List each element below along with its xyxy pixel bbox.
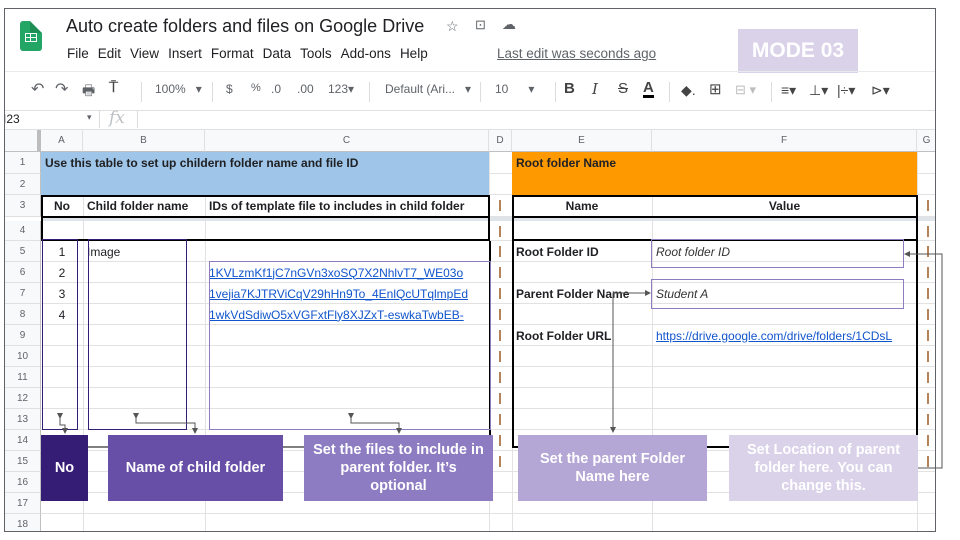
italic-button[interactable]: I [592,80,598,98]
more-formats-button[interactable]: 123▾ [328,82,354,96]
column-header-a[interactable]: A [41,130,83,152]
zoom-select[interactable]: 100% ▾ [155,82,202,96]
mode-badge: MODE 03 [738,29,858,73]
column-header-d[interactable]: D [489,130,512,152]
row-header-13[interactable]: 13 [5,409,41,430]
row-header-17[interactable]: 17 [5,493,41,514]
percent-format-button[interactable]: % [251,82,261,94]
text-color-button[interactable]: A [643,80,654,98]
callout-template-files: Set the files to include in parent folde… [304,435,493,501]
borders-icon[interactable]: ⊞ [709,80,722,98]
row-header-18[interactable]: 18 [5,514,41,531]
callout-parent-folder-name: Set the parent Folder Name here [518,435,707,501]
vertical-align-icon[interactable]: ⊥▾ [809,82,828,99]
move-to-folder-icon[interactable]: ⊡ [475,17,486,33]
row-header-16[interactable]: 16 [5,472,41,493]
select-all-corner[interactable] [5,130,41,152]
menu-data[interactable]: Data [263,46,292,61]
callout-no: No [41,435,88,501]
row-header-3[interactable]: 3 [5,195,41,217]
last-edit-link[interactable]: Last edit was seconds ago [497,46,656,61]
name-box-caret-icon[interactable]: ▾ [87,112,92,123]
formula-input[interactable] [145,111,925,128]
row-header-5[interactable]: 5 [5,241,41,262]
row-header-11[interactable]: 11 [5,367,41,388]
print-icon[interactable]: 🖶 [82,80,95,104]
menu-addons[interactable]: Add-ons [341,46,391,61]
google-sheets-logo-icon[interactable] [20,21,42,51]
function-icon: fx [109,108,125,128]
highlight-child-name-column [88,239,187,430]
document-title[interactable]: Auto create folders and files on Google … [66,16,424,37]
menu-view[interactable]: View [130,46,159,61]
highlight-no-column [42,239,78,430]
header-no[interactable]: No [45,195,79,217]
undo-icon[interactable]: ↶ [31,79,44,99]
cloud-saved-icon: ☁ [502,16,516,32]
menu-file[interactable]: File [67,46,89,61]
currency-format-button[interactable]: $ [226,82,233,96]
row-header-2[interactable]: 2 [5,174,41,195]
menu-edit[interactable]: Edit [98,46,121,61]
fill-color-icon[interactable]: ◆. [681,82,696,99]
row-header-10[interactable]: 10 [5,346,41,367]
callout-folder-location: Set Location of parent folder here. You … [729,435,918,501]
menu-tools[interactable]: Tools [300,46,332,61]
merge-cells-icon[interactable]: ⊟ ▾ [735,82,756,98]
font-family-select[interactable]: Default (Ari... ▾ [385,82,471,96]
column-header-c[interactable]: C [205,130,489,152]
column-header-e[interactable]: E [512,130,652,152]
star-icon[interactable]: ☆ [446,18,459,35]
strikethrough-button[interactable]: S [618,80,628,97]
right-table-title[interactable]: Root folder Name [516,152,816,174]
menu-bar: File Edit View Insert Format Data Tools … [67,46,437,61]
header-child-folder-name[interactable]: Child folder name [87,195,201,217]
paint-format-icon[interactable]: ⍑ [109,79,118,96]
cell-setting-name[interactable]: Parent Folder Name [516,283,666,304]
callout-child-folder-name: Name of child folder [108,435,283,501]
header-template-ids[interactable]: IDs of template file to includes in chil… [209,195,485,217]
root-folder-url-link[interactable]: https://drive.google.com/drive/folders/1… [656,325,913,346]
cell-setting-name[interactable]: Root Folder URL [516,325,666,346]
cell-setting-name[interactable]: Root Folder ID [516,241,666,262]
column-header-g[interactable]: G [917,130,935,152]
cell-template-file-id[interactable] [209,241,485,262]
row-header-12[interactable]: 12 [5,388,41,409]
menu-help[interactable]: Help [400,46,428,61]
header-name[interactable]: Name [516,195,648,217]
header-value[interactable]: Value [656,195,913,217]
menu-insert[interactable]: Insert [168,46,202,61]
redo-icon[interactable]: ↷ [55,79,68,99]
menu-format[interactable]: Format [211,46,254,61]
row-header-4[interactable]: 4 [5,221,41,241]
row-header-7[interactable]: 7 [5,283,41,304]
highlight-file-ids [209,261,491,430]
font-size-select[interactable]: 10 ▾ [495,82,534,96]
row-header-6[interactable]: 6 [5,262,41,283]
decrease-decimal-button[interactable]: .0 [271,82,281,96]
horizontal-align-icon[interactable]: ≡▾ [781,82,796,99]
row-header-15[interactable]: 15 [5,451,41,472]
row-header-14[interactable]: 14 [5,430,41,451]
highlight-parent-folder-name [651,279,904,309]
name-box[interactable]: I23 [5,112,20,126]
row-header-9[interactable]: 9 [5,325,41,346]
text-rotation-icon[interactable]: ⊳▾ [871,82,890,99]
toolbar: ↶ ↷ 🖶 ⍑ 100% ▾ $ % .0 .00 123▾ Default (… [5,71,935,111]
column-header-f[interactable]: F [652,130,917,152]
text-wrapping-icon[interactable]: |÷▾ [837,82,855,99]
column-header-b[interactable]: B [83,130,205,152]
row-header-8[interactable]: 8 [5,304,41,325]
highlight-root-folder-id [651,239,904,268]
increase-decimal-button[interactable]: .00 [297,82,314,96]
row-header-1[interactable]: 1 [5,152,41,174]
bold-button[interactable]: B [564,80,575,97]
